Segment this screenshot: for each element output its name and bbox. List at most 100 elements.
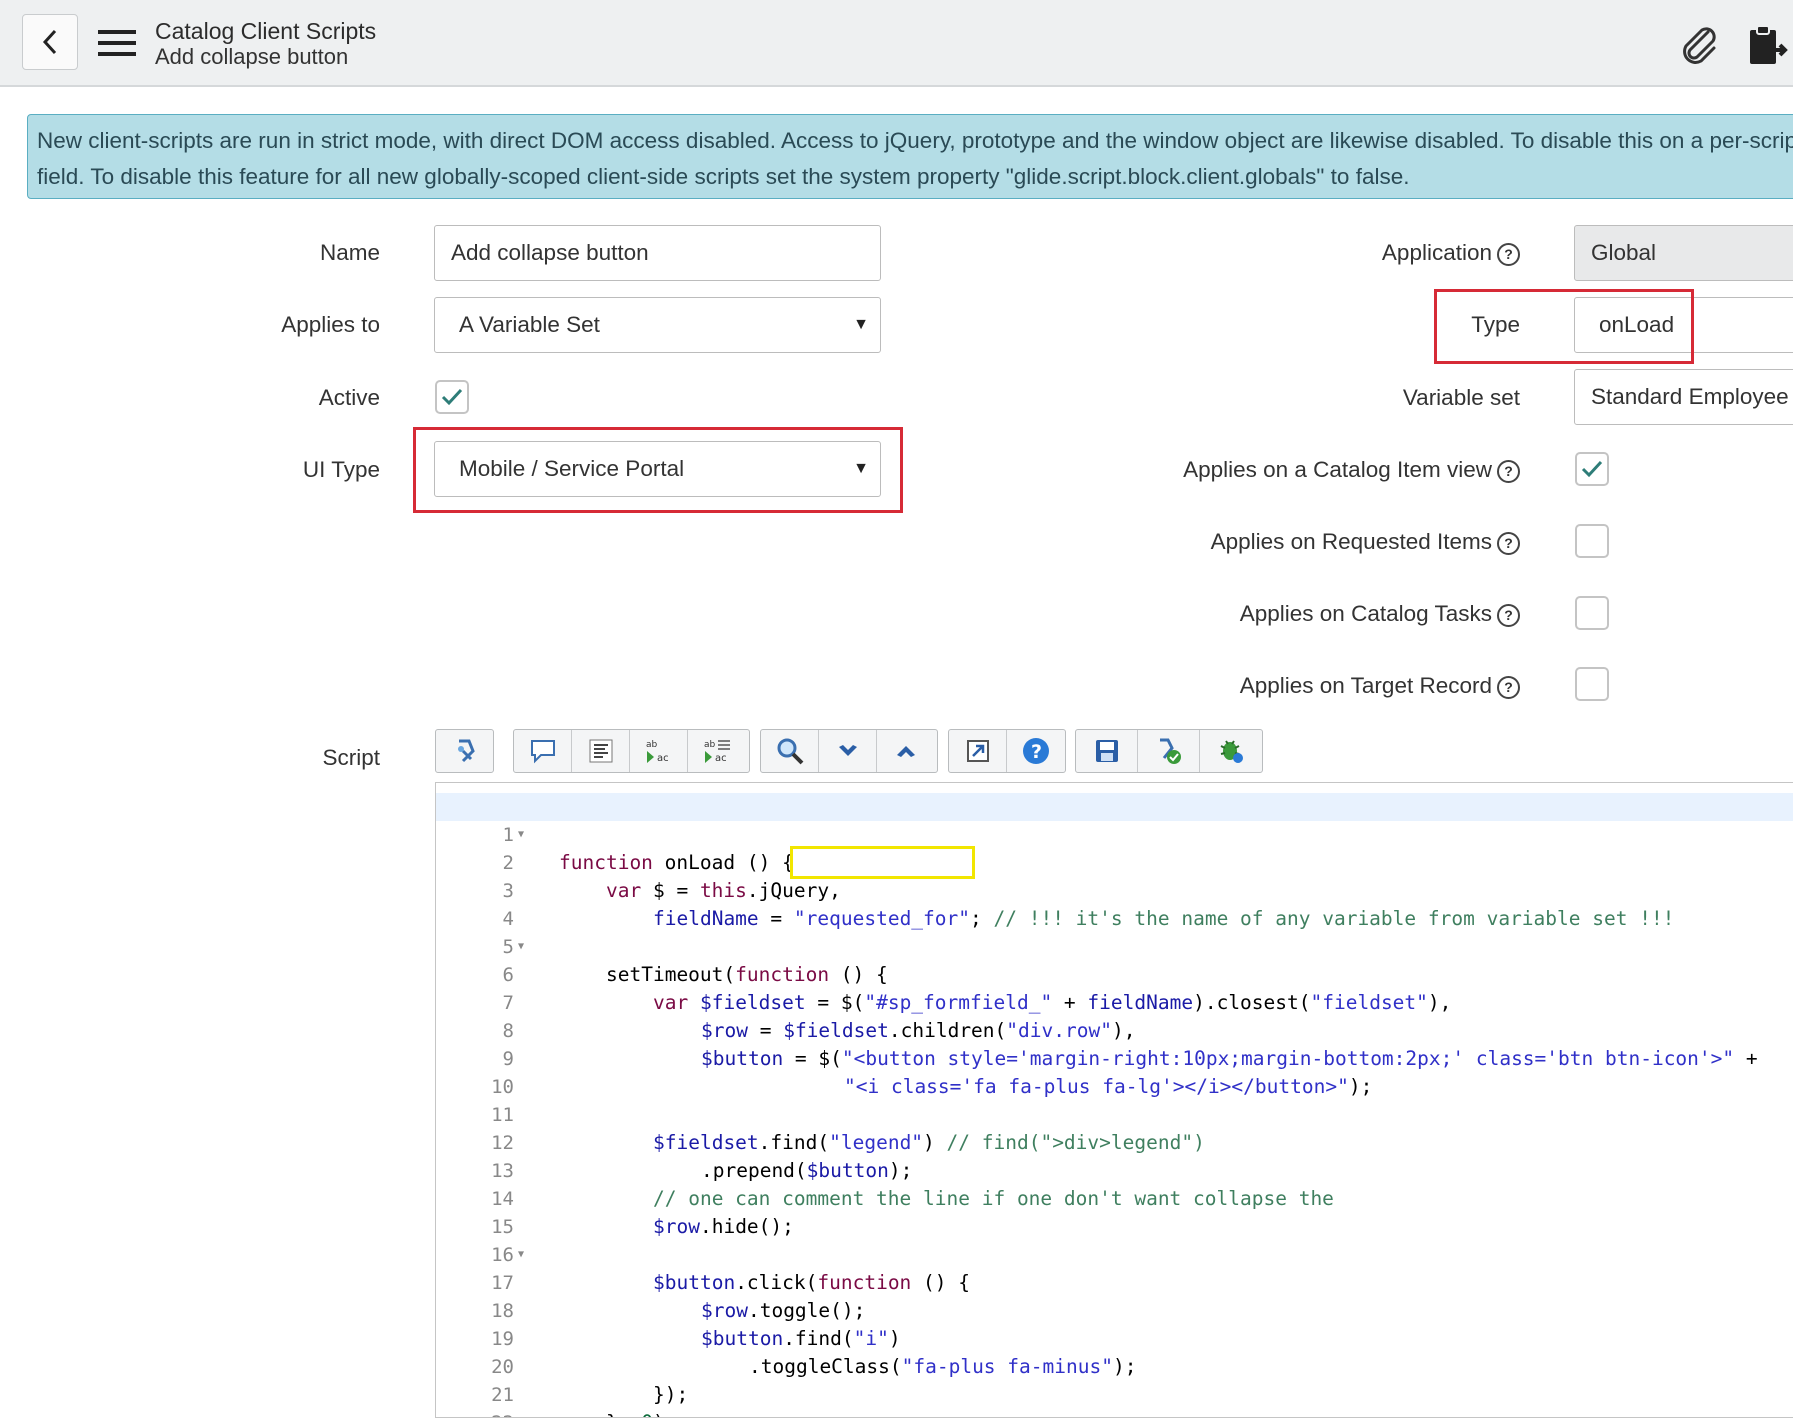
clipboard-export-icon[interactable]: [1748, 24, 1788, 66]
code-line: 6 var $fieldset = $("#sp_formfield_" + f…: [502, 964, 1452, 1014]
replace-button[interactable]: ab ac: [630, 730, 688, 772]
format-icon: [589, 739, 612, 763]
toolbar-group-5: [1075, 729, 1263, 773]
application-field: Global: [1574, 225, 1793, 281]
fullscreen-icon: [966, 740, 989, 762]
help-icon[interactable]: ?: [1497, 531, 1520, 555]
applies-to-value: A Variable Set: [459, 312, 600, 337]
code-line: 5 ▼ setTimeout(function () {: [436, 905, 1793, 986]
search-icon: [777, 738, 803, 765]
variable-set-field[interactable]: Standard Employee C: [1574, 369, 1793, 425]
svg-text:ab: ab: [646, 740, 658, 750]
catalog-tasks-label: Applies on Catalog Tasks?: [1100, 601, 1520, 627]
code-line: 15: [491, 1216, 514, 1238]
chevron-left-icon: [42, 29, 57, 55]
debug-button[interactable]: [1200, 730, 1262, 772]
script-label: Script: [322, 745, 380, 770]
comment-icon: [530, 740, 555, 764]
code-line: 2 var $ = this.jQuery,: [502, 852, 841, 902]
code-line: 4: [502, 908, 514, 930]
code-line: 19 .toggleClass("fa-plus fa-minus");: [491, 1328, 1137, 1378]
code-line: 11 $fieldset.find("legend") // find(">di…: [491, 1104, 1205, 1154]
code-line: 8 $button = $("<button style='margin-rig…: [502, 1020, 1758, 1070]
strict-mode-info-banner: New client-scripts are run in strict mod…: [27, 114, 1793, 199]
code-line: 18 $button.find("i"): [491, 1300, 901, 1350]
target-record-label: Applies on Target Record?: [1100, 673, 1520, 699]
replace-all-icon: ab ac: [704, 740, 730, 764]
type-highlight: [1434, 289, 1694, 364]
name-input[interactable]: Add collapse button: [434, 225, 881, 281]
svg-text:ab: ab: [704, 740, 716, 750]
find-previous-button[interactable]: [877, 730, 935, 772]
svg-text:ac: ac: [715, 753, 727, 764]
dropdown-arrow-icon: ▼: [853, 316, 869, 333]
format-button[interactable]: [572, 730, 630, 772]
catalog-tasks-checkbox[interactable]: [1575, 596, 1609, 630]
toolbar-group-4: ?: [948, 729, 1066, 773]
paperclip-icon[interactable]: [1678, 24, 1720, 66]
requested-items-checkbox[interactable]: [1575, 524, 1609, 558]
script-include-button[interactable]: [436, 730, 493, 772]
svg-text:ac: ac: [657, 753, 669, 764]
code-line: 17 $row.toggle();: [491, 1272, 866, 1322]
find-previous-icon: [897, 746, 915, 757]
script-include-icon: [457, 739, 475, 763]
hamburger-menu-icon[interactable]: [98, 28, 136, 58]
back-button[interactable]: [22, 14, 78, 70]
help-button[interactable]: ?: [1007, 730, 1065, 772]
find-next-button[interactable]: [819, 730, 877, 772]
banner-line-1: New client-scripts are run in strict mod…: [37, 128, 1793, 153]
fullscreen-button[interactable]: [949, 730, 1007, 772]
script-editor[interactable]: 1 ▼ function onLoad () { 2 var $ = this.j…: [435, 782, 1793, 1418]
requested-for-highlight: [790, 846, 975, 879]
applies-to-label: Applies to: [281, 312, 380, 337]
banner-line-2: field. To disable this feature for all n…: [37, 164, 1410, 189]
toolbar-group-3: [760, 729, 938, 773]
application-label: Application?: [1280, 240, 1520, 266]
code-line: 22 }: [436, 1381, 1793, 1417]
check-icon: [1581, 460, 1603, 478]
code-line: 16 ▼ $button.click(function () {: [436, 1213, 1793, 1294]
code-line: 3 fieldName = "requested_for"; // !!! it…: [502, 880, 1675, 930]
page-title: Catalog Client Scripts: [155, 18, 377, 44]
applies-to-select[interactable]: A Variable Set ▼: [434, 297, 881, 353]
replace-all-button[interactable]: ab ac: [688, 730, 746, 772]
requested-items-label: Applies on Requested Items?: [1100, 529, 1520, 555]
syntax-check-button[interactable]: [1138, 730, 1200, 772]
comment-button[interactable]: [514, 730, 572, 772]
debug-icon: [1220, 740, 1243, 763]
save-button[interactable]: [1076, 730, 1138, 772]
code-line: 20 });: [491, 1356, 689, 1406]
svg-text:?: ?: [1031, 741, 1042, 763]
search-button[interactable]: [761, 730, 819, 772]
code-line: 12 .prepend($button);: [491, 1132, 913, 1182]
name-label: Name: [319, 240, 380, 265]
toolbar-group-2: ab ac ab ac: [513, 729, 750, 773]
active-checkbox[interactable]: [435, 380, 469, 414]
code-line: 7 $row = $fieldset.children("div.row"),: [502, 992, 1136, 1042]
save-icon: [1095, 740, 1118, 762]
help-icon[interactable]: ?: [1497, 603, 1520, 627]
code-line: 10: [491, 1076, 514, 1098]
catalog-item-view-checkbox[interactable]: [1575, 452, 1609, 486]
replace-icon: ab ac: [646, 740, 669, 764]
syntax-check-icon: [1159, 738, 1181, 764]
ui-type-label: UI Type: [302, 457, 380, 482]
toolbar-group-1: [435, 729, 494, 773]
code-line: 9 "<i class='fa fa-plus fa-lg'></i></but…: [502, 1048, 1373, 1098]
catalog-item-view-label: Applies on a Catalog Item view?: [1100, 457, 1520, 483]
help-icon[interactable]: ?: [1497, 459, 1520, 483]
help-icon[interactable]: ?: [1497, 242, 1520, 266]
target-record-checkbox[interactable]: [1575, 667, 1609, 701]
form-header: Catalog Client Scripts Add collapse butt…: [0, 0, 1793, 87]
help-icon[interactable]: ?: [1497, 675, 1520, 699]
active-label: Active: [318, 385, 380, 410]
code-line: 21 }, 0);: [491, 1384, 676, 1417]
code-line: 1 ▼ function onLoad () {: [436, 793, 1793, 874]
variable-set-label: Variable set: [1402, 385, 1520, 410]
code-line: 13 // one can comment the line if one do…: [491, 1160, 1334, 1210]
check-icon: [441, 388, 463, 406]
find-next-icon: [838, 745, 857, 756]
code-line: 14 $row.hide();: [491, 1188, 794, 1238]
ui-type-highlight: [413, 427, 903, 513]
